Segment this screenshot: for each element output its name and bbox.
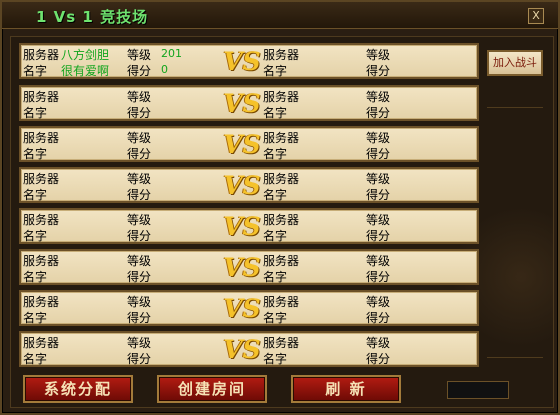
score-label: 得分: [366, 106, 391, 120]
name-label: 名字: [23, 270, 48, 284]
name-label: 名字: [263, 188, 288, 202]
name-label: 名字: [23, 311, 48, 325]
server-label: 服务器: [23, 295, 60, 309]
server-label: 服务器: [263, 295, 300, 309]
left-server-value: 八方剑胆: [61, 48, 110, 62]
vs-emblem: VS: [223, 253, 261, 282]
name-label: 名字: [23, 352, 48, 366]
score-label: 得分: [366, 147, 391, 161]
server-label: 服务器: [23, 254, 60, 268]
level-label: 等级: [127, 90, 152, 104]
name-label: 名字: [263, 311, 288, 325]
name-label: 名字: [23, 64, 48, 78]
name-label: 名字: [263, 64, 288, 78]
vs-emblem: VS: [223, 130, 261, 159]
vs-emblem: VS: [223, 171, 261, 200]
score-label: 得分: [127, 106, 152, 120]
score-label: 得分: [127, 229, 152, 243]
name-label: 名字: [23, 188, 48, 202]
arena-panel: 服务器 八方剑胆 等级 201 名字 很有爱啊 得分 0 VS 服务器 等级 名字 得分 服务器 等级 名字得…: [10, 36, 554, 408]
level-label: 等级: [366, 295, 391, 309]
level-label: 等级: [366, 48, 391, 62]
match-row[interactable]: 服务器 等级 名字 得分 VS 服务器 等级 名字 得分: [19, 85, 479, 121]
server-label: 服务器: [263, 90, 300, 104]
left-score-value: 0: [161, 63, 168, 76]
arena-window: 1 Vs 1 竞技场 X 服务器 八方剑胆 等级 201 名字 很有爱啊 得分 0 VS 服务器等…: [0, 0, 560, 415]
name-label: 名字: [23, 147, 48, 161]
score-label: 得分: [366, 352, 391, 366]
name-label: 名字: [23, 106, 48, 120]
match-row[interactable]: 服务器 等级 名字 得分 VS 服务器 等级 名字 得分: [19, 331, 479, 367]
server-label: 服务器: [263, 254, 300, 268]
score-label: 得分: [127, 147, 152, 161]
match-row[interactable]: 服务器 等级 名字 得分 VS 服务器 等级 名字 得分: [19, 126, 479, 162]
level-label: 等级: [127, 131, 152, 145]
level-label: 等级: [366, 254, 391, 268]
level-label: 等级: [366, 213, 391, 227]
side-divider: [487, 107, 543, 108]
server-label: 服务器: [263, 131, 300, 145]
level-label: 等级: [127, 172, 152, 186]
level-label: 等级: [127, 213, 152, 227]
level-label: 等级: [127, 254, 152, 268]
name-label: 名字: [263, 270, 288, 284]
match-row[interactable]: 服务器 等级 名字 得分 VS 服务器 等级 名字 得分: [19, 167, 479, 203]
match-row[interactable]: 服务器 等级 名字 得分 VS 服务器 等级 名字 得分: [19, 249, 479, 285]
title-bar[interactable]: 1 Vs 1 竞技场 X: [2, 2, 558, 29]
create-room-button[interactable]: 创建房间: [157, 375, 267, 403]
score-label: 得分: [127, 311, 152, 325]
server-label: 服务器: [23, 48, 60, 62]
score-label: 得分: [366, 188, 391, 202]
vs-emblem: VS: [223, 335, 261, 364]
name-label: 名字: [263, 352, 288, 366]
level-label: 等级: [366, 336, 391, 350]
score-label: 得分: [366, 229, 391, 243]
vs-emblem: VS: [223, 47, 261, 76]
server-label: 服务器: [23, 336, 60, 350]
vs-emblem: VS: [223, 212, 261, 241]
server-label: 服务器: [263, 48, 300, 62]
server-label: 服务器: [263, 213, 300, 227]
server-label: 服务器: [263, 172, 300, 186]
level-label: 等级: [366, 172, 391, 186]
name-label: 名字: [263, 229, 288, 243]
score-label: 得分: [127, 270, 152, 284]
name-label: 名字: [263, 147, 288, 161]
close-icon[interactable]: X: [528, 8, 544, 24]
name-label: 名字: [23, 229, 48, 243]
score-label: 得分: [127, 64, 152, 78]
server-label: 服务器: [263, 336, 300, 350]
level-label: 等级: [366, 131, 391, 145]
status-slot: [447, 381, 509, 399]
score-label: 得分: [366, 311, 391, 325]
score-label: 得分: [366, 270, 391, 284]
server-label: 服务器: [23, 131, 60, 145]
side-divider: [487, 357, 543, 358]
server-label: 服务器: [23, 90, 60, 104]
level-label: 等级: [127, 295, 152, 309]
level-label: 等级: [366, 90, 391, 104]
score-label: 得分: [127, 188, 152, 202]
system-assign-button[interactable]: 系统分配: [23, 375, 133, 403]
left-name-value: 很有爱啊: [61, 64, 110, 78]
match-row[interactable]: 服务器 等级 名字 得分 VS 服务器 等级 名字 得分: [19, 208, 479, 244]
refresh-button[interactable]: 刷 新: [291, 375, 401, 403]
join-battle-button[interactable]: 加入战斗: [487, 50, 543, 76]
vs-emblem: VS: [223, 294, 261, 323]
score-label: 得分: [127, 352, 152, 366]
server-label: 服务器: [23, 213, 60, 227]
window-title: 1 Vs 1 竞技场: [36, 8, 149, 26]
left-level-value: 201: [161, 47, 182, 60]
server-label: 服务器: [23, 172, 60, 186]
match-row[interactable]: 服务器 八方剑胆 等级 201 名字 很有爱啊 得分 0 VS 服务器 等级 名字 得分: [19, 43, 479, 79]
match-row[interactable]: 服务器 等级 名字 得分 VS 服务器 等级 名字 得分: [19, 290, 479, 326]
score-label: 得分: [366, 64, 391, 78]
name-label: 名字: [263, 106, 288, 120]
level-label: 等级: [127, 48, 152, 62]
level-label: 等级: [127, 336, 152, 350]
vs-emblem: VS: [223, 89, 261, 118]
